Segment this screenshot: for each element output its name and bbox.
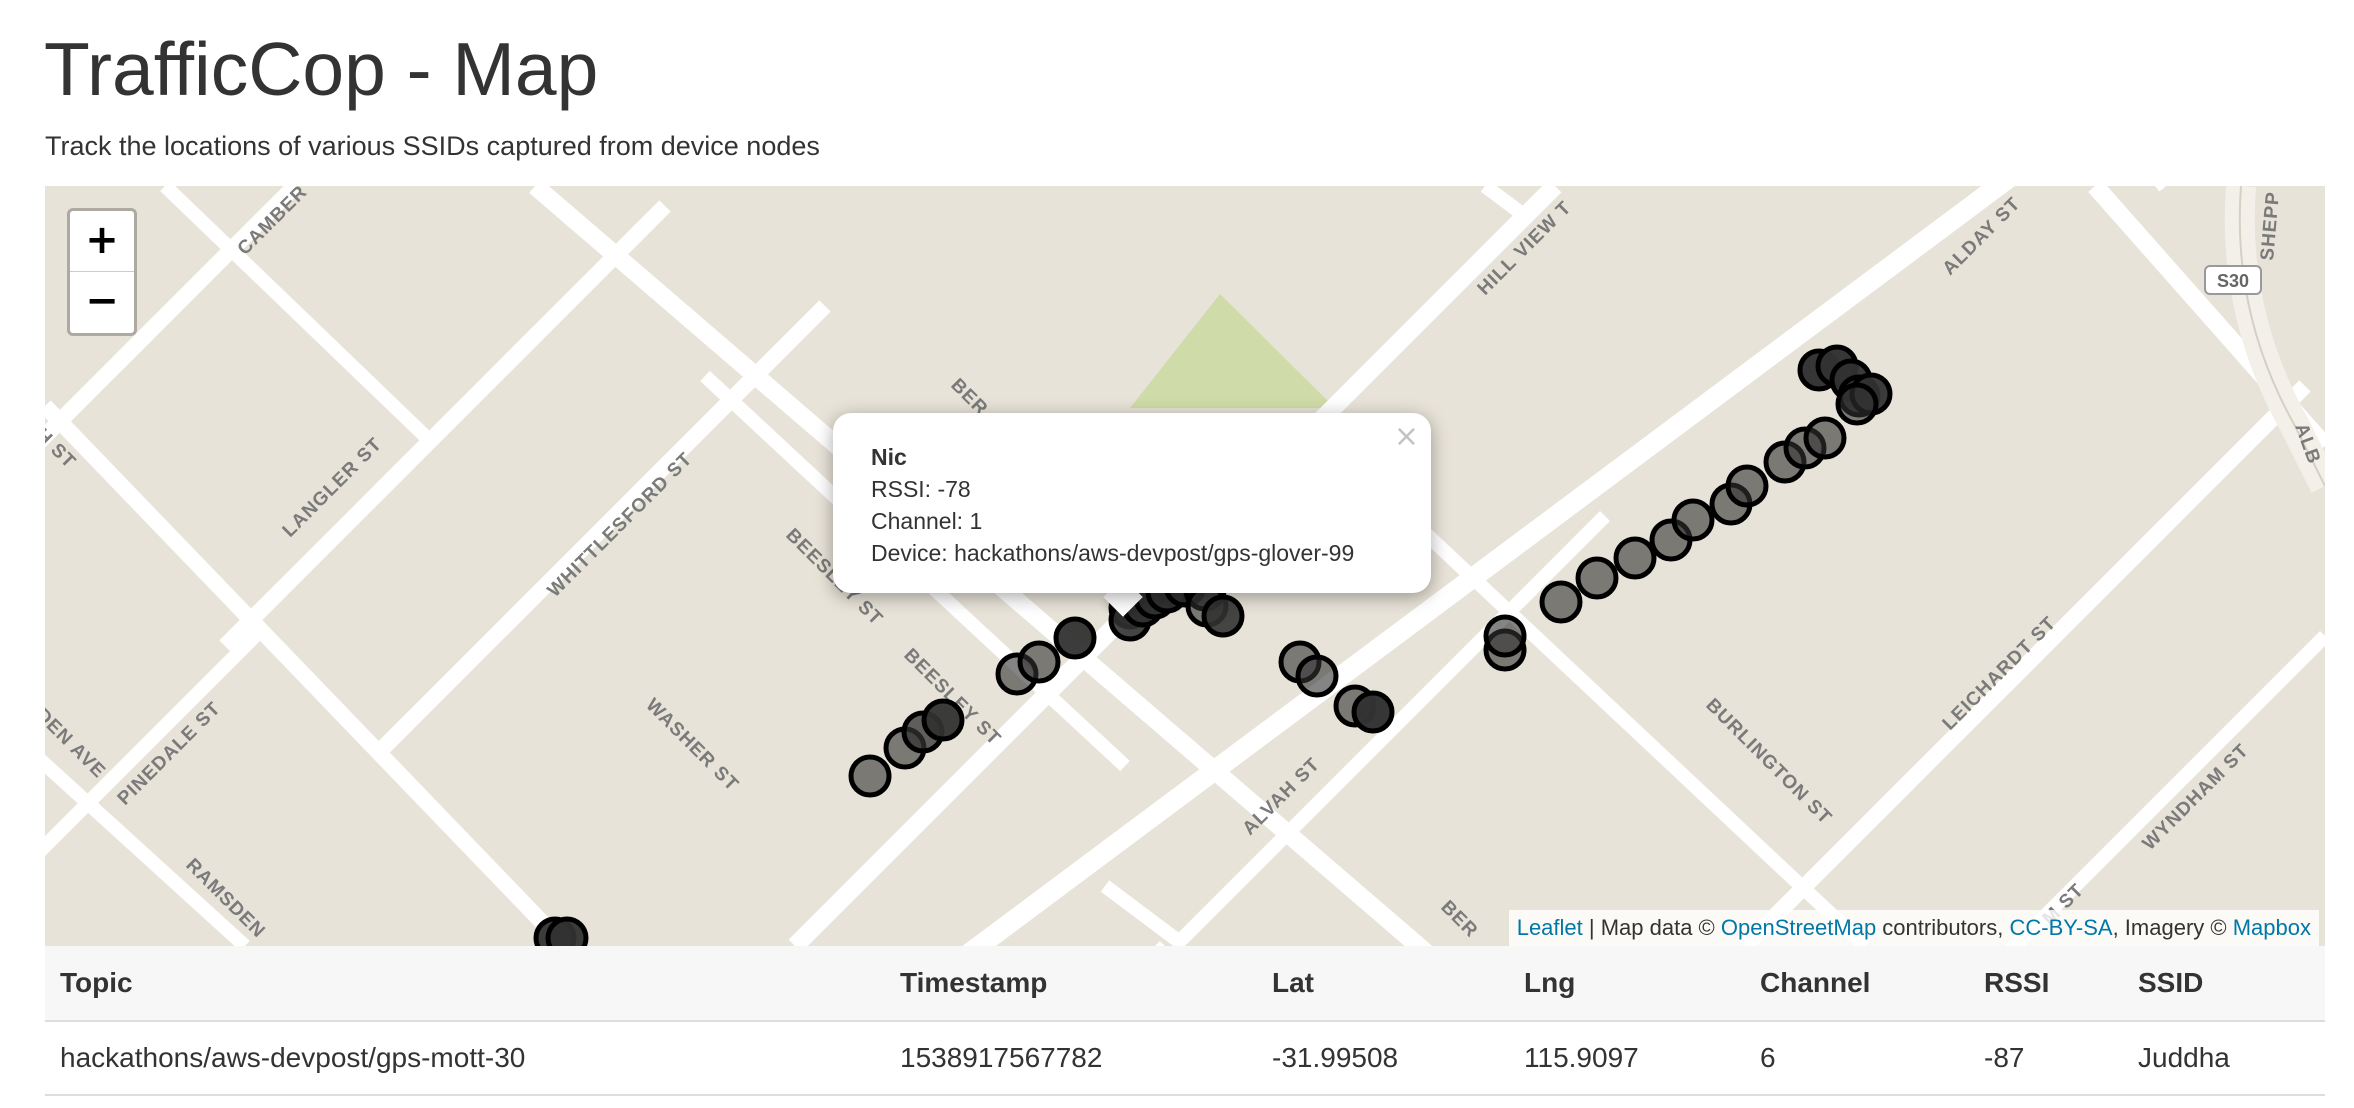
cell-channel: 6 bbox=[1745, 1021, 1969, 1096]
capture-marker[interactable] bbox=[1575, 556, 1619, 600]
attribution-text: contributors, bbox=[1876, 915, 2010, 940]
page-subtitle: Track the locations of various SSIDs cap… bbox=[45, 131, 820, 161]
capture-marker[interactable] bbox=[1053, 616, 1097, 660]
capture-marker[interactable] bbox=[545, 916, 589, 946]
column-header[interactable]: RSSI bbox=[1969, 946, 2123, 1022]
column-header[interactable]: SSID bbox=[2123, 946, 2325, 1022]
capture-marker[interactable] bbox=[848, 754, 892, 798]
capture-marker[interactable] bbox=[1835, 382, 1879, 426]
mapbox-link[interactable]: Mapbox bbox=[2233, 915, 2311, 940]
capture-marker[interactable] bbox=[1613, 536, 1657, 580]
capture-marker[interactable] bbox=[1539, 580, 1583, 624]
capture-marker[interactable] bbox=[1725, 464, 1769, 508]
openstreetmap-link[interactable]: OpenStreetMap bbox=[1721, 915, 1876, 940]
zoom-control: + − bbox=[67, 208, 137, 336]
column-header[interactable]: Lat bbox=[1257, 946, 1509, 1022]
capture-marker[interactable] bbox=[1671, 498, 1715, 542]
cell-rssi: -87 bbox=[1969, 1021, 2123, 1096]
capture-marker[interactable] bbox=[1295, 654, 1339, 698]
column-header[interactable]: Timestamp bbox=[885, 946, 1257, 1022]
attribution-text: | Map data © bbox=[1582, 915, 1721, 940]
capture-marker[interactable] bbox=[1483, 614, 1527, 658]
capture-marker[interactable] bbox=[1351, 690, 1395, 734]
svg-text:S30: S30 bbox=[2217, 271, 2249, 291]
column-header[interactable]: Lng bbox=[1509, 946, 1745, 1022]
map-container[interactable]: CAMBER LANGLER ST WHITTLESFORD ST BEESLE… bbox=[45, 186, 2325, 946]
attribution-text: , Imagery © bbox=[2112, 915, 2233, 940]
route-shield-icon: S30 bbox=[2204, 265, 2262, 295]
leaflet-link[interactable]: Leaflet bbox=[1517, 915, 1583, 940]
popup-close-button[interactable]: × bbox=[1394, 419, 1419, 454]
capture-table: Topic Timestamp Lat Lng Channel RSSI SSI… bbox=[45, 946, 2325, 1096]
capture-marker[interactable] bbox=[1803, 416, 1847, 460]
cell-lng: 115.9097 bbox=[1509, 1021, 1745, 1096]
capture-marker[interactable] bbox=[1201, 594, 1245, 638]
cc-by-sa-link[interactable]: CC-BY-SA bbox=[2009, 915, 2112, 940]
table-header-row: Topic Timestamp Lat Lng Channel RSSI SSI… bbox=[45, 946, 2325, 1022]
map-attribution: Leaflet | Map data © OpenStreetMap contr… bbox=[1508, 910, 2319, 946]
capture-marker[interactable] bbox=[921, 698, 965, 742]
table-row[interactable]: hackathons/aws-devpost/gps-mott-30 15389… bbox=[45, 1021, 2325, 1096]
popup-rssi: RSSI: -78 bbox=[871, 476, 971, 502]
marker-popup: × Nic RSSI: -78 Channel: 1 Device: hacka… bbox=[833, 413, 1431, 593]
cell-lat: -31.99508 bbox=[1257, 1021, 1509, 1096]
popup-device: Device: hackathons/aws-devpost/gps-glove… bbox=[871, 540, 1355, 566]
page-title: TrafficCop - Map bbox=[44, 27, 599, 111]
popup-ssid-name: Nic bbox=[871, 444, 907, 470]
column-header[interactable]: Channel bbox=[1745, 946, 1969, 1022]
column-header[interactable]: Topic bbox=[45, 946, 885, 1022]
cell-topic: hackathons/aws-devpost/gps-mott-30 bbox=[45, 1021, 885, 1096]
zoom-out-button[interactable]: − bbox=[70, 272, 134, 332]
popup-channel: Channel: 1 bbox=[871, 508, 983, 534]
cell-ssid: Juddha bbox=[2123, 1021, 2325, 1096]
popup-content: Nic RSSI: -78 Channel: 1 Device: hackath… bbox=[871, 441, 1354, 569]
capture-marker[interactable] bbox=[1017, 640, 1061, 684]
cell-timestamp: 1538917567782 bbox=[885, 1021, 1257, 1096]
zoom-in-button[interactable]: + bbox=[70, 211, 134, 272]
